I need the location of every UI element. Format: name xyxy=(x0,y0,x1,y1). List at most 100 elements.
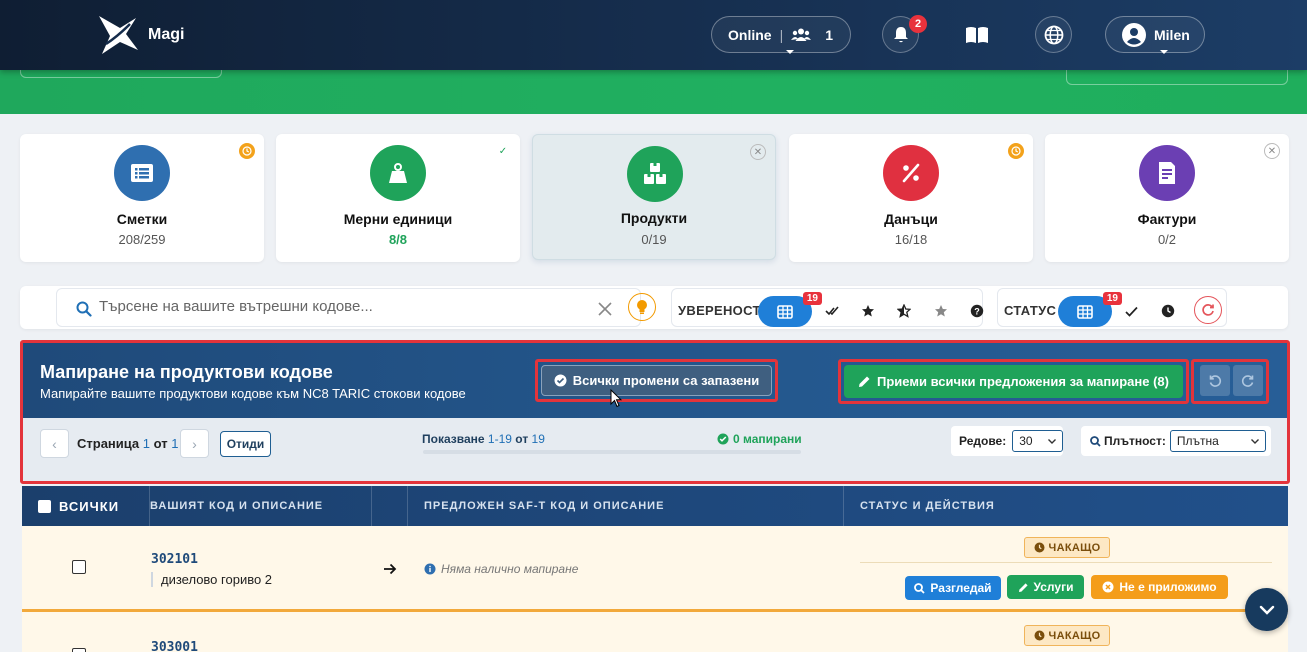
your-code-header-label: ВАШИЯТ КОД И ОПИСАНИЕ xyxy=(150,500,324,512)
mouse-cursor-icon xyxy=(610,389,622,408)
table-header: ВСИЧКИ ВАШИЯТ КОД И ОПИСАНИЕ ПРЕДЛОЖЕН S… xyxy=(22,486,1288,526)
step-progress: 16/18 xyxy=(894,232,928,247)
select-all-label: ВСИЧКИ xyxy=(59,498,120,514)
status-text: ЧАКАЩО xyxy=(1048,541,1101,554)
status-text: ЧАКАЩО xyxy=(1048,629,1101,642)
pagination-bar: ‹ Страница 1 от 1 › Отиди Показване 1-19… xyxy=(23,418,1287,468)
confidence-all-toggle[interactable]: 19 xyxy=(758,292,822,327)
page-current: 1 xyxy=(142,436,151,451)
status-badge: ЧАКАЩО xyxy=(1024,537,1110,558)
density-select[interactable]: Плътна xyxy=(1169,430,1266,452)
chevron-down-icon xyxy=(786,50,794,54)
magi-logo-icon[interactable] xyxy=(96,14,140,56)
step-title: Фактури xyxy=(1137,211,1197,227)
svg-text:?: ? xyxy=(974,307,980,317)
saved-status-label: Всички промени са запазени xyxy=(572,373,760,388)
user-menu[interactable]: Milen xyxy=(1105,16,1205,54)
star-outline-icon[interactable] xyxy=(933,303,949,319)
reset-filters-button[interactable] xyxy=(1194,296,1222,324)
step-progress: 0/2 xyxy=(1157,232,1177,247)
rows-per-page-box: Редове: 30 xyxy=(951,426,1063,456)
select-all-checkbox[interactable] xyxy=(38,499,51,513)
clear-search-icon[interactable] xyxy=(598,302,612,316)
next-page-button[interactable]: › xyxy=(180,429,209,458)
arrow-column-header xyxy=(372,486,408,526)
step-progress: 0/19 xyxy=(641,232,667,247)
your-code-header: ВАШИЯТ КОД И ОПИСАНИЕ xyxy=(150,486,372,526)
status-count-badge: 19 xyxy=(1102,292,1122,305)
notifications-button[interactable]: 2 xyxy=(882,15,927,53)
check-icon[interactable] xyxy=(1123,303,1139,319)
docs-button[interactable] xyxy=(958,16,995,53)
accept-all-suggestions-button[interactable]: Приеми всички предложения за мапиране (8… xyxy=(844,365,1183,398)
services-button-label: Услуги xyxy=(1033,580,1074,594)
step-card-products[interactable]: ✕ Продукти 0/19 xyxy=(532,134,776,260)
confidence-label: УВЕРЕНОСТ xyxy=(678,303,761,318)
step-card-taxes[interactable]: Данъци 16/18 xyxy=(789,134,1033,262)
double-check-icon[interactable] xyxy=(824,303,840,319)
app-name[interactable]: Magi xyxy=(148,26,184,44)
filter-bar: УВЕРЕНОСТ 19 ? СТАТУС 19 xyxy=(20,286,1288,329)
page-label: Страница xyxy=(77,436,140,451)
showing-range: Показване 1-19 от 19 xyxy=(422,432,545,446)
search-icon xyxy=(914,582,926,594)
mapping-title: Мапиране на продуктови кодове xyxy=(40,362,333,382)
list-icon xyxy=(114,145,170,201)
percent-icon xyxy=(883,145,939,201)
page-of: от xyxy=(153,436,168,451)
saved-status-button[interactable]: Всички промени са запазени xyxy=(541,365,772,396)
pencil-icon xyxy=(859,376,870,387)
services-button[interactable]: Услуги xyxy=(1007,575,1084,599)
showing-label: Показване xyxy=(422,432,485,446)
undo-button[interactable] xyxy=(1200,365,1230,396)
clock-icon xyxy=(1034,542,1045,553)
step-card-invoices[interactable]: ✕ Фактури 0/2 xyxy=(1045,134,1289,262)
step-card-units[interactable]: ✓ Мерни единици 8/8 xyxy=(276,134,520,262)
online-separator: | xyxy=(779,26,784,43)
language-button[interactable] xyxy=(1035,16,1072,53)
mapping-subtitle: Мапирайте вашите продуктови кодове към N… xyxy=(40,386,466,401)
x-circle-icon xyxy=(1102,581,1114,593)
accept-all-label: Приеми всички предложения за мапиране (8… xyxy=(877,374,1169,389)
prev-page-button[interactable]: ‹ xyxy=(40,429,69,458)
step-title: Мерни единици xyxy=(343,211,453,227)
no-mapping-note: Няма налично мапиране xyxy=(424,562,578,576)
info-circle-icon xyxy=(424,563,436,575)
bell-icon xyxy=(893,26,908,42)
star-half-icon[interactable] xyxy=(896,303,912,319)
confidence-filter-group: УВЕРЕНОСТ 19 ? xyxy=(671,288,985,327)
not-applicable-label: Не е приложимо xyxy=(1119,580,1217,594)
check-circle-icon xyxy=(717,433,729,445)
suggestions-bulb-button[interactable] xyxy=(628,293,656,321)
redo-button[interactable] xyxy=(1233,365,1263,396)
user-avatar-icon xyxy=(1122,22,1146,47)
suggested-header: ПРЕДЛОЖЕН SAF-T КОД И ОПИСАНИЕ xyxy=(408,486,844,526)
showing-range-value: 1-19 xyxy=(487,432,512,446)
step-title: Сметки xyxy=(116,211,168,227)
step-card-accounts[interactable]: Сметки 208/259 xyxy=(20,134,264,262)
user-name: Milen xyxy=(1154,26,1190,43)
status-all-toggle[interactable]: 19 xyxy=(1058,292,1122,327)
clock-icon xyxy=(1034,630,1045,641)
search-input[interactable] xyxy=(99,298,579,315)
view-button-label: Разгледай xyxy=(930,581,992,595)
chevron-down-icon xyxy=(1160,50,1168,54)
question-icon[interactable]: ? xyxy=(969,303,985,319)
row-checkbox[interactable] xyxy=(72,648,86,652)
undo-icon xyxy=(1209,374,1222,387)
scroll-down-button[interactable] xyxy=(1245,588,1288,631)
pending-clock-icon xyxy=(239,143,255,159)
row-checkbox[interactable] xyxy=(72,560,86,574)
not-applicable-button[interactable]: Не е приложимо xyxy=(1091,575,1228,599)
book-open-icon xyxy=(965,26,988,43)
done-check-icon: ✓ xyxy=(498,145,508,157)
star-icon[interactable] xyxy=(860,303,876,319)
rows-per-page-select[interactable]: 30 xyxy=(1012,430,1063,452)
view-button[interactable]: Разгледай xyxy=(905,576,1001,600)
online-users-pill[interactable]: Online | 1 xyxy=(711,16,851,54)
pencil-icon xyxy=(1018,582,1028,592)
select-all-header[interactable]: ВСИЧКИ xyxy=(22,486,150,526)
clock-icon[interactable] xyxy=(1160,303,1176,319)
go-to-page-button[interactable]: Отиди xyxy=(220,431,271,457)
mapped-count: 0 мапирани xyxy=(717,432,802,446)
